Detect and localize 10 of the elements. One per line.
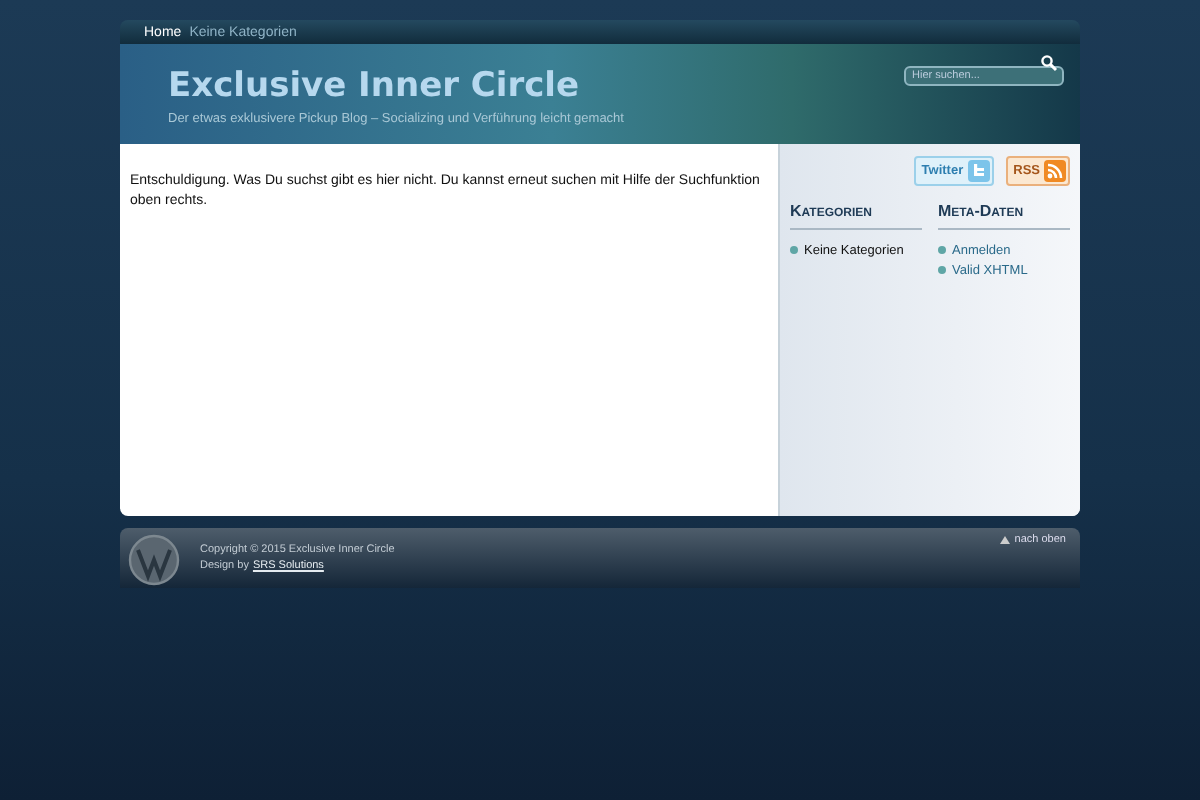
up-arrow-icon xyxy=(1000,536,1011,544)
rss-icon xyxy=(1044,160,1066,182)
bullet-icon xyxy=(790,246,798,254)
widget-heading: Meta-Daten xyxy=(938,202,1070,230)
site-title[interactable]: Exclusive Inner Circle xyxy=(168,68,624,106)
bullet-icon xyxy=(938,266,946,274)
wordpress-logo-icon xyxy=(128,534,180,586)
search-icon[interactable] xyxy=(1040,53,1058,71)
bullet-icon xyxy=(938,246,946,254)
widget-heading: Kategorien xyxy=(790,202,922,230)
